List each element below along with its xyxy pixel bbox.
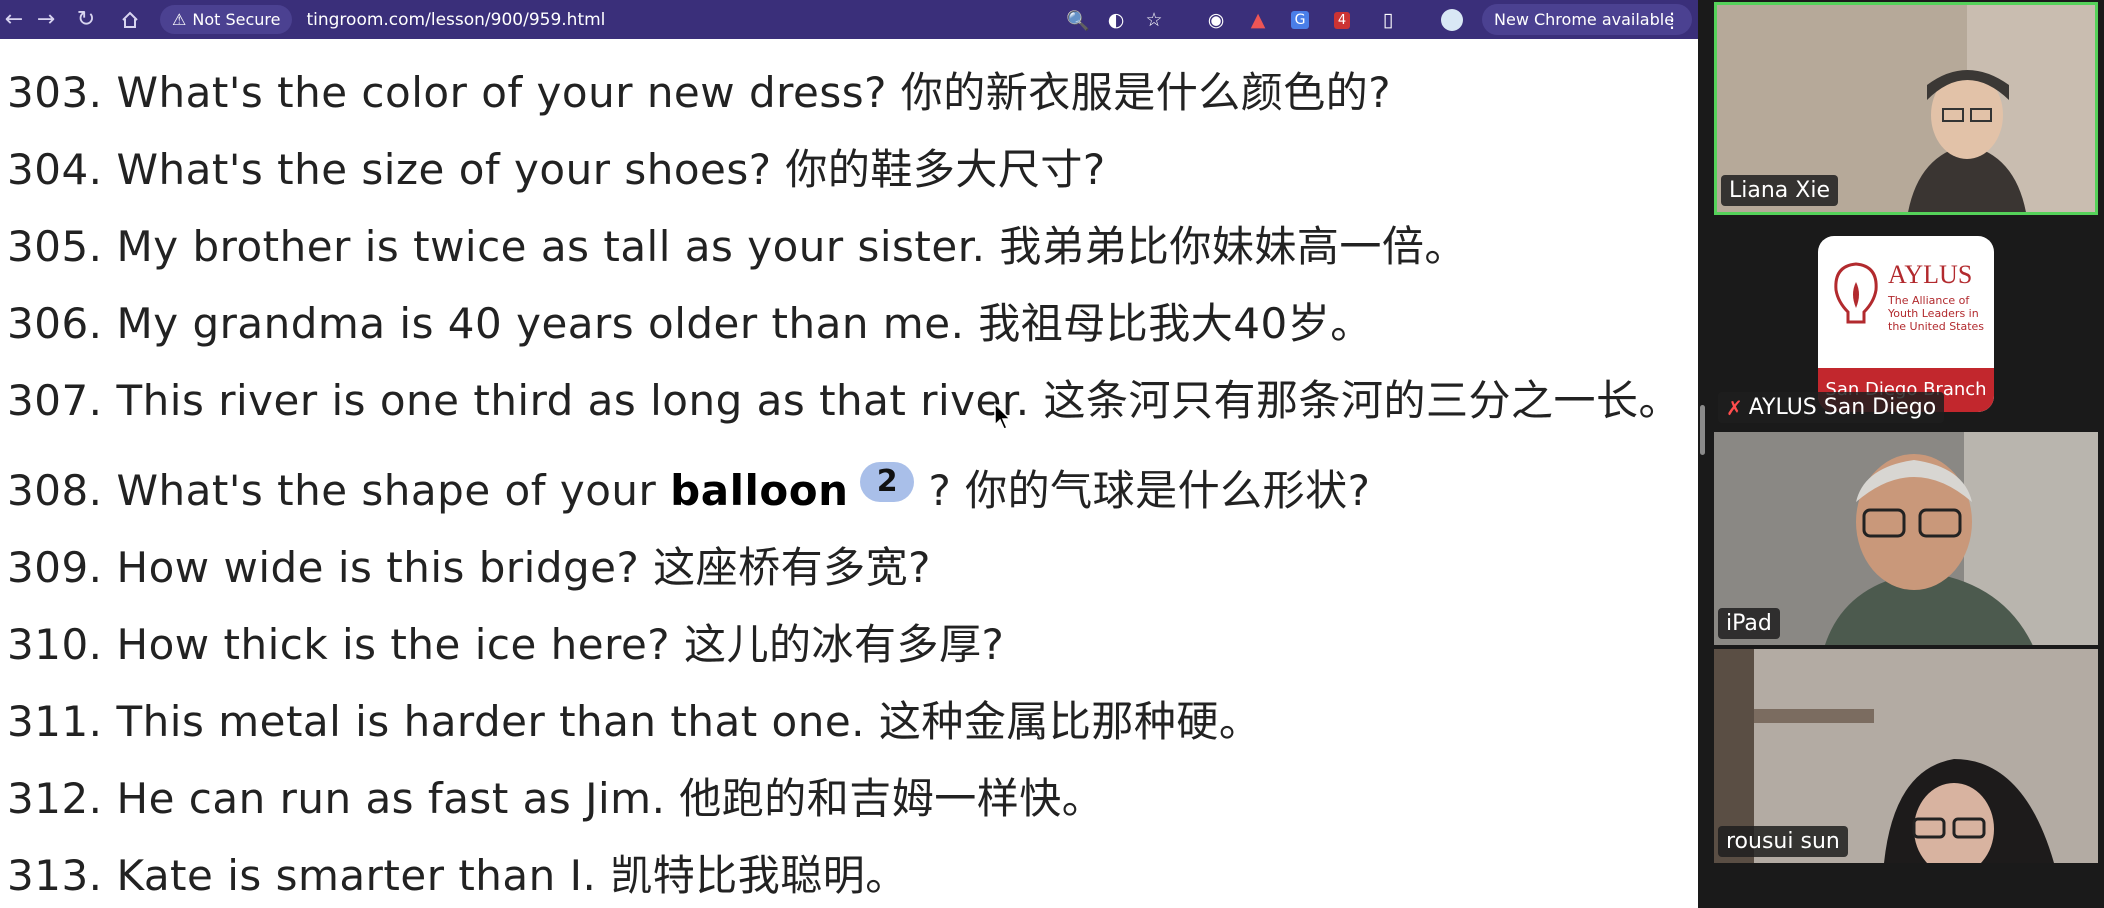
participant-name-tag: iPad: [1718, 608, 1780, 639]
reload-icon[interactable]: ↻: [72, 6, 100, 34]
sentence-305: 305. My brother is twice as tall as your …: [7, 222, 1467, 271]
sentence-312: 312. He can run as fast as Jim. 他跑的和吉姆一样快…: [7, 774, 1105, 823]
browser-toolbar: ← → ↻ ⚠ Not Secure tingroom.com/lesson/9…: [0, 0, 1698, 39]
sentence-311: 311. This metal is harder than that one. …: [7, 697, 1262, 746]
sentence-307: 307. This river is one third as long as t…: [7, 376, 1681, 425]
sentence-304: 304. What's the size of your shoes? 你的鞋多大…: [7, 145, 1106, 194]
extension-binoculars-icon[interactable]: ◉: [1202, 6, 1230, 34]
vocab-word-link[interactable]: balloon: [670, 466, 848, 515]
aylus-logo: AYLUS The Alliance of Youth Leaders in t…: [1818, 236, 1994, 412]
participant-tile-liana[interactable]: Liana Xie: [1714, 2, 2098, 215]
mic-muted-icon: ✗: [1726, 395, 1743, 420]
participant-tile-rousui[interactable]: rousui sun: [1714, 649, 2098, 863]
zoom-icon[interactable]: 🔍: [1064, 6, 1092, 34]
lightbulb-icon: [1834, 262, 1878, 324]
security-label: Not Secure: [192, 10, 281, 29]
url-text[interactable]: tingroom.com/lesson/900/959.html: [306, 10, 605, 30]
lesson-content: 303. What's the color of your new dress? …: [0, 39, 1698, 908]
sentence-303: 303. What's the color of your new dress? …: [7, 68, 1392, 117]
bookmark-star-icon[interactable]: ☆: [1140, 6, 1168, 34]
forward-icon[interactable]: →: [32, 6, 60, 34]
address-bar[interactable]: ⚠ Not Secure tingroom.com/lesson/900/959…: [160, 4, 1160, 35]
profile-avatar-icon[interactable]: [1438, 6, 1466, 34]
performance-icon[interactable]: ◐: [1102, 6, 1130, 34]
extensions-puzzle-icon[interactable]: ▯: [1374, 6, 1402, 34]
vocab-count-badge[interactable]: 2: [860, 462, 915, 502]
update-chrome-button[interactable]: New Chrome available ⋮: [1482, 4, 1692, 35]
back-icon[interactable]: ←: [0, 6, 28, 34]
sentence-313: 313. Kate is smarter than I. 凯特比我聪明。: [7, 851, 908, 900]
participant-name-tag: ✗ AYLUS San Diego: [1718, 392, 1945, 423]
extension-badge-icon[interactable]: 4: [1328, 6, 1356, 34]
kebab-menu-icon[interactable]: ⋮: [1662, 8, 1682, 32]
sentence-308: 308. What's the shape of your balloon 2? 你…: [7, 462, 1371, 515]
extension-badge-count: 4: [1333, 11, 1351, 29]
browser-window: ← → ↻ ⚠ Not Secure tingroom.com/lesson/9…: [0, 0, 1698, 908]
sentence-306: 306. My grandma is 40 years older than me…: [7, 299, 1373, 348]
participant-tile-aylus[interactable]: AYLUS The Alliance of Youth Leaders in t…: [1714, 216, 2098, 429]
sentence-309: 309. How wide is this bridge? 这座桥有多宽?: [7, 543, 931, 592]
sentence-310: 310. How thick is the ice here? 这儿的冰有多厚?: [7, 620, 1005, 669]
security-chip[interactable]: ⚠ Not Secure: [160, 5, 293, 34]
gallery-scrollbar[interactable]: [1700, 405, 1705, 455]
warning-icon: ⚠: [172, 10, 187, 29]
home-icon[interactable]: [116, 6, 144, 34]
participant-name-tag: Liana Xie: [1721, 175, 1838, 206]
extension-triangle-icon[interactable]: ▲: [1244, 6, 1272, 34]
update-label: New Chrome available: [1494, 10, 1675, 29]
participant-tile-ipad[interactable]: iPad: [1714, 432, 2098, 645]
extension-translate-icon[interactable]: G: [1286, 6, 1314, 34]
participant-name-tag: rousui sun: [1718, 826, 1848, 857]
